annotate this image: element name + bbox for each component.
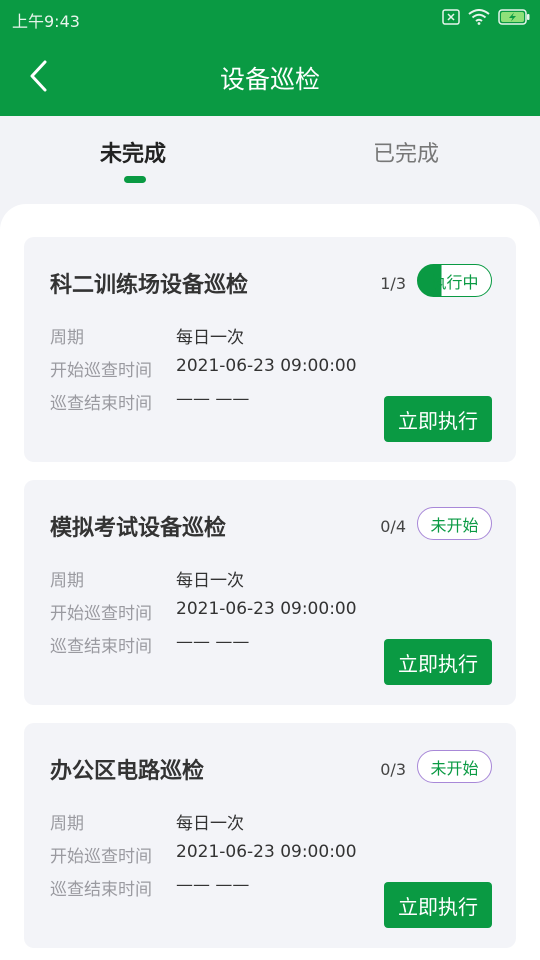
tab-completed[interactable]: 已完成 [373,136,439,168]
tab-incomplete[interactable]: 未完成 [100,136,166,168]
tab-bar: 未完成 已完成 [0,116,540,204]
status-bar: 上午9:43 [0,0,540,36]
end-time-value: —— —— [176,389,250,409]
no-sim-icon [442,9,460,25]
app-bar: 设备巡检 [0,36,540,116]
page-title: 设备巡检 [219,65,320,94]
status-badge: 未开始 [417,507,492,540]
execute-now-button[interactable]: 立即执行 [384,396,492,442]
end-time-label: 巡查结束时间 [50,394,152,414]
period-value: 每日一次 [176,571,244,591]
start-time-label: 开始巡查时间 [50,847,152,867]
task-card[interactable]: 办公区电路巡检 0/3 未开始 周期 每日一次 开始巡查时间 2021-06-2… [24,723,516,948]
period-value: 每日一次 [176,814,244,834]
active-tab-indicator [124,176,146,183]
task-card[interactable]: 模拟考试设备巡检 0/4 未开始 周期 每日一次 开始巡查时间 2021-06-… [24,480,516,705]
task-progress: 1/3 [380,274,406,293]
start-time-value: 2021-06-23 09:00:00 [176,842,357,862]
start-time-value: 2021-06-23 09:00:00 [176,599,357,619]
start-time-label: 开始巡查时间 [50,361,152,381]
status-badge-label: 未开始 [430,515,479,535]
task-title: 模拟考试设备巡检 [50,516,227,541]
end-time-value: —— —— [176,875,250,895]
status-icons [442,9,530,25]
task-progress: 0/4 [380,517,406,536]
task-card[interactable]: 科二训练场设备巡检 1/3 执行中 周期 每日一次 开始巡查时间 2021-06… [24,237,516,462]
period-label: 周期 [50,328,84,348]
period-label: 周期 [50,814,84,834]
status-badge-label: 执行中 [430,272,479,292]
end-time-label: 巡查结束时间 [50,637,152,657]
status-time: 上午9:43 [12,12,80,31]
status-badge: 执行中 [417,264,492,297]
status-badge-label: 未开始 [430,758,479,778]
execute-now-button[interactable]: 立即执行 [384,639,492,685]
task-title: 办公区电路巡检 [50,759,205,784]
task-title: 科二训练场设备巡检 [50,273,249,298]
period-label: 周期 [50,571,84,591]
end-time-value: —— —— [176,632,250,652]
period-value: 每日一次 [176,328,244,348]
battery-charging-icon [498,9,530,25]
execute-now-button[interactable]: 立即执行 [384,882,492,928]
end-time-label: 巡查结束时间 [50,880,152,900]
status-badge: 未开始 [417,750,492,783]
start-time-label: 开始巡查时间 [50,604,152,624]
start-time-value: 2021-06-23 09:00:00 [176,356,357,376]
task-list: 科二训练场设备巡检 1/3 执行中 周期 每日一次 开始巡查时间 2021-06… [0,204,540,960]
wifi-icon [468,9,490,25]
task-progress: 0/3 [380,760,406,779]
